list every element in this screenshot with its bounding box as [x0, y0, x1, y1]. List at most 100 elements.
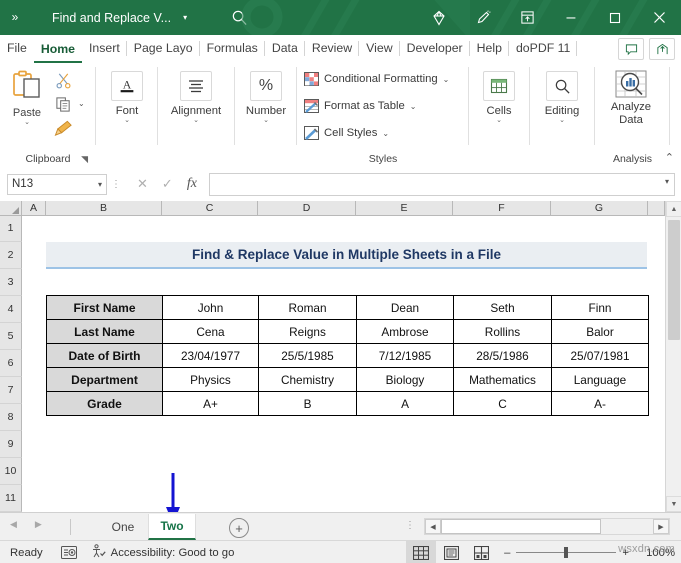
editing-caret[interactable]: ⌄ [535, 116, 589, 124]
cut-button[interactable] [52, 69, 74, 91]
column-header-g[interactable]: G [551, 201, 648, 216]
tab-data[interactable]: Data [265, 38, 305, 63]
comments-icon[interactable] [618, 38, 644, 60]
column-header-c[interactable]: C [162, 201, 258, 216]
cell-f5[interactable]: Rollins [453, 319, 552, 344]
cell-c6[interactable]: 23/04/1977 [162, 343, 259, 368]
minimize-button[interactable]: – [549, 0, 593, 35]
sheet-prev-button[interactable]: ◀ [10, 519, 17, 530]
row-header-2[interactable]: 2 [0, 242, 22, 269]
cell-g8[interactable]: A- [551, 391, 649, 416]
cell-b7[interactable]: Department [46, 367, 163, 392]
cell-b8[interactable]: Grade [46, 391, 163, 416]
cancel-icon[interactable]: ✕ [137, 176, 148, 192]
tab-home[interactable]: Home [33, 39, 82, 63]
horizontal-scrollbar[interactable]: ◀ ▶ [424, 518, 670, 535]
cell-g4[interactable]: Finn [551, 295, 649, 320]
sheet-overflow-handle[interactable]: ⋮ [405, 520, 415, 531]
table-row[interactable]: Grade A+ B A C A- [46, 391, 649, 416]
vertical-scroll-thumb[interactable] [668, 220, 680, 340]
cell-d5[interactable]: Reigns [258, 319, 357, 344]
cell-e4[interactable]: Dean [356, 295, 454, 320]
add-sheet-button[interactable]: + [229, 518, 249, 538]
cell-b4[interactable]: First Name [46, 295, 163, 320]
select-all-corner[interactable] [0, 201, 22, 216]
column-header-h[interactable] [648, 201, 665, 216]
collapse-ribbon-button[interactable]: ⌃ [665, 151, 674, 164]
row-header-11[interactable]: 11 [0, 485, 22, 512]
cell-c5[interactable]: Cena [162, 319, 259, 344]
zoom-control[interactable]: – + [504, 547, 629, 559]
cell-f7[interactable]: Mathematics [453, 367, 552, 392]
table-row[interactable]: Last Name Cena Reigns Ambrose Rollins Ba… [46, 319, 649, 344]
cell-styles-button[interactable]: Cell Styles ⌄ [304, 126, 389, 140]
cell-f8[interactable]: C [453, 391, 552, 416]
vertical-scrollbar[interactable]: ▲ ▼ [665, 201, 681, 512]
hscroll-right-button[interactable]: ▶ [653, 519, 669, 534]
format-painter-button[interactable] [52, 117, 74, 139]
copy-button[interactable] [52, 93, 74, 115]
zoom-slider-thumb[interactable] [564, 547, 569, 558]
table-row[interactable]: Department Physics Chemistry Biology Mat… [46, 367, 649, 392]
format-as-table-button[interactable]: Format as Table ⌄ [304, 99, 417, 113]
cells-caret[interactable]: ⌄ [472, 116, 526, 124]
cell-d4[interactable]: Roman [258, 295, 357, 320]
search-icon[interactable] [227, 6, 251, 30]
share-icon[interactable] [649, 38, 675, 60]
cell-d8[interactable]: B [258, 391, 357, 416]
page-break-view-button[interactable] [466, 541, 496, 563]
row-header-7[interactable]: 7 [0, 377, 22, 404]
formula-input[interactable]: ▾ [208, 172, 675, 196]
ribbon-display-options-icon[interactable] [505, 0, 549, 35]
row-header-8[interactable]: 8 [0, 404, 22, 431]
name-box-caret[interactable]: ▾ [98, 180, 102, 189]
accessibility-status[interactable]: Accessibility: Good to go [91, 544, 234, 561]
row-header-10[interactable]: 10 [0, 458, 22, 485]
editing-group-button[interactable]: Editing ⌄ [535, 71, 589, 124]
column-header-f[interactable]: F [453, 201, 551, 216]
copilot-icon[interactable] [417, 0, 461, 35]
cell-d7[interactable]: Chemistry [258, 367, 357, 392]
page-layout-view-button[interactable] [436, 541, 466, 563]
conditional-formatting-button[interactable]: Conditional Formatting ⌄ [304, 72, 449, 86]
number-group-button[interactable]: % Number ⌄ [239, 71, 293, 124]
cell-e5[interactable]: Ambrose [356, 319, 454, 344]
cell-g5[interactable]: Balor [551, 319, 649, 344]
column-header-b[interactable]: B [46, 201, 162, 216]
row-header-5[interactable]: 5 [0, 323, 22, 350]
tab-page-layout[interactable]: Page Layo [127, 38, 200, 63]
tab-dopdf[interactable]: doPDF 11 [509, 38, 578, 63]
tab-developer[interactable]: Developer [400, 38, 470, 63]
enter-icon[interactable]: ✓ [162, 176, 173, 192]
alignment-caret[interactable]: ⌄ [169, 116, 223, 124]
cell-f6[interactable]: 28/5/1986 [453, 343, 552, 368]
cell-c4[interactable]: John [162, 295, 259, 320]
tab-formulas[interactable]: Formulas [200, 38, 266, 63]
conditional-formatting-caret[interactable]: ⌄ [443, 75, 450, 84]
sheet-tab-two[interactable]: Two [148, 514, 196, 540]
qat-overflow-chevron[interactable]: » [0, 0, 30, 35]
close-button[interactable] [637, 0, 681, 35]
cell-f4[interactable]: Seth [453, 295, 552, 320]
normal-view-button[interactable] [406, 541, 437, 563]
table-row[interactable]: First Name John Roman Dean Seth Finn [46, 295, 649, 320]
analyze-data-button[interactable]: Analyze Data [601, 69, 661, 127]
font-caret[interactable]: ⌄ [100, 116, 154, 124]
tab-review[interactable]: Review [305, 38, 360, 63]
font-group-button[interactable]: A Font ⌄ [100, 71, 154, 124]
paste-caret[interactable]: ⌄ [6, 118, 48, 126]
cell-b6[interactable]: Date of Birth [46, 343, 163, 368]
tab-view[interactable]: View [359, 38, 401, 63]
tab-file[interactable]: File [0, 38, 34, 63]
paste-button[interactable]: Paste ⌄ [6, 69, 48, 126]
column-header-e[interactable]: E [356, 201, 453, 216]
scroll-up-button[interactable]: ▲ [666, 201, 681, 217]
cell-e8[interactable]: A [356, 391, 454, 416]
record-macro-icon[interactable] [60, 546, 77, 559]
formula-expand-caret[interactable]: ▾ [665, 177, 669, 186]
cell-g7[interactable]: Language [551, 367, 649, 392]
column-header-a[interactable]: A [22, 201, 46, 216]
format-as-table-caret[interactable]: ⌄ [410, 102, 417, 111]
hscroll-left-button[interactable]: ◀ [425, 519, 441, 534]
row-header-4[interactable]: 4 [0, 296, 22, 323]
